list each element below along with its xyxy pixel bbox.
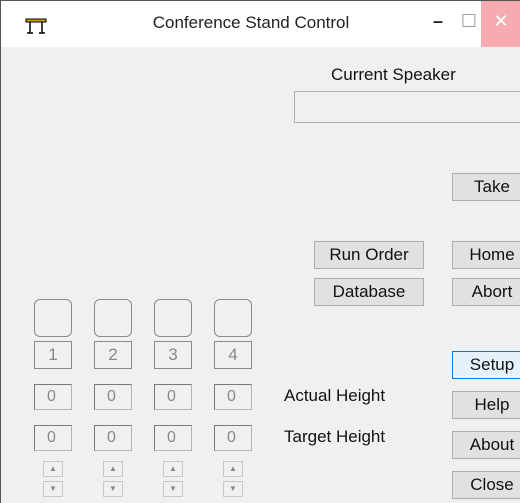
stand-3-up-arrow-icon[interactable]: ▲	[163, 461, 183, 477]
stand-2-down-arrow-icon[interactable]: ▼	[103, 481, 123, 497]
stand-4-down-arrow-icon[interactable]: ▼	[223, 481, 243, 497]
stand-1-up-arrow-icon[interactable]: ▲	[43, 461, 63, 477]
stand-3-target-height[interactable]: 0	[154, 425, 192, 451]
stand-1-actual-height: 0	[34, 384, 72, 410]
stand-4-number: 4	[214, 341, 252, 369]
take-button[interactable]: Take	[452, 173, 520, 201]
stand-4-indicator[interactable]	[214, 299, 252, 337]
stand-1-target-height[interactable]: 0	[34, 425, 72, 451]
stand-3-indicator[interactable]	[154, 299, 192, 337]
close-button[interactable]: Close	[452, 471, 520, 499]
stand-1-indicator[interactable]	[34, 299, 72, 337]
stand-2-actual-height: 0	[94, 384, 132, 410]
title-bar[interactable]: Conference Stand Control – ☐ ✕	[1, 1, 520, 47]
stand-3-number: 3	[154, 341, 192, 369]
stand-3-down-arrow-icon[interactable]: ▼	[163, 481, 183, 497]
target-height-label: Target Height	[284, 427, 386, 446]
actual-height-label: Actual Height	[284, 386, 386, 405]
abort-button[interactable]: Abort	[452, 278, 520, 306]
home-button[interactable]: Home	[452, 241, 520, 269]
stand-3-actual-height: 0	[154, 384, 192, 410]
stand-4-target-height[interactable]: 0	[214, 425, 252, 451]
setup-button[interactable]: Setup	[452, 351, 520, 379]
stand-2-number: 2	[94, 341, 132, 369]
main-window: Conference Stand Control – ☐ ✕ Current S…	[0, 0, 520, 503]
stand-4-up-arrow-icon[interactable]: ▲	[223, 461, 243, 477]
current-speaker-field	[294, 91, 520, 123]
stand-2-indicator[interactable]	[94, 299, 132, 337]
stand-2-target-height[interactable]: 0	[94, 425, 132, 451]
run-order-button[interactable]: Run Order	[314, 241, 424, 269]
stand-1-number: 1	[34, 341, 72, 369]
stand-2-up-arrow-icon[interactable]: ▲	[103, 461, 123, 477]
current-speaker-label: Current Speaker	[331, 65, 456, 84]
database-button[interactable]: Database	[314, 278, 424, 306]
stand-1-down-arrow-icon[interactable]: ▼	[43, 481, 63, 497]
help-button[interactable]: Help	[452, 391, 520, 419]
close-window-button[interactable]: ✕	[481, 1, 520, 47]
stand-4-actual-height: 0	[214, 384, 252, 410]
about-button[interactable]: About	[452, 431, 520, 459]
